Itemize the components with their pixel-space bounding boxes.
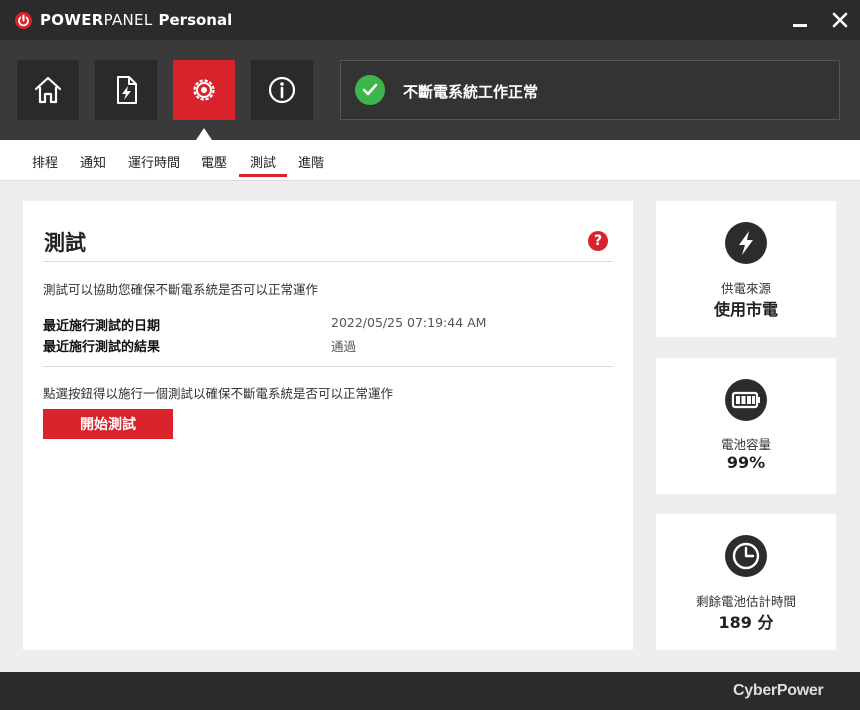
last-test-result-value: 通過: [331, 339, 357, 354]
active-nav-pointer: [196, 128, 212, 140]
clock-icon: [725, 535, 767, 577]
battery-capacity-card: 電池容量 99%: [656, 358, 836, 494]
nav-power-status-button[interactable]: [95, 60, 157, 120]
power-source-card: 供電來源 使用市電: [656, 201, 836, 337]
nav-info-button[interactable]: [251, 60, 313, 120]
battery-capacity-label: 電池容量: [720, 437, 771, 452]
battery-icon: [725, 379, 767, 421]
active-tab-indicator: [239, 174, 287, 177]
ups-status-text: 不斷電系統工作正常: [403, 83, 539, 101]
power-source-label: 供電來源: [720, 281, 771, 296]
brand-logo: CyberPower: [733, 682, 824, 699]
minimize-icon[interactable]: [790, 10, 810, 30]
last-test-date-value: 2022/05/25 07:19:44 AM: [331, 315, 487, 330]
check-icon: [355, 75, 385, 105]
tab-schedule[interactable]: 排程: [32, 152, 58, 171]
remaining-runtime-value: 189 分: [718, 613, 774, 632]
nav-settings-button[interactable]: [173, 60, 235, 120]
title-bar: POWERPANEL Personal: [0, 0, 860, 40]
remaining-runtime-label: 剩餘電池估計時間: [695, 594, 796, 609]
tab-notification[interactable]: 通知: [80, 152, 106, 171]
lightning-icon: [725, 222, 767, 264]
test-panel: 測試 ? 測試可以協助您確保不斷電系統是否可以正常運作 最近施行測試的日期 20…: [23, 201, 633, 650]
main-toolbar: 不斷電系統工作正常: [0, 40, 860, 140]
battery-capacity-value: 99%: [726, 453, 766, 472]
tab-voltage[interactable]: 電壓: [201, 152, 227, 171]
settings-subtabs: 排程 通知 運行時間 電壓 測試 進階: [0, 140, 860, 181]
footer: CyberPower: [0, 672, 860, 710]
last-test-date-label: 最近施行測試的日期: [43, 319, 161, 334]
title-divider: [43, 261, 613, 262]
app-logo-icon: [15, 12, 32, 29]
start-test-button[interactable]: 開始測試: [43, 409, 173, 439]
last-test-result-label: 最近施行測試的結果: [43, 340, 161, 355]
tab-advanced[interactable]: 進階: [298, 152, 324, 171]
app-title: POWERPANEL Personal: [40, 11, 233, 29]
nav-home-button[interactable]: [17, 60, 79, 120]
power-source-value: 使用市電: [713, 300, 778, 319]
page-title: 測試: [44, 231, 86, 255]
ups-status-box: 不斷電系統工作正常: [340, 60, 840, 120]
test-description: 測試可以協助您確保不斷電系統是否可以正常運作: [43, 282, 319, 297]
test-prompt: 點選按鈕得以施行一個測試以確保不斷電系統是否可以正常運作: [43, 386, 394, 401]
close-icon[interactable]: [830, 10, 850, 30]
section-divider: [43, 366, 613, 367]
tab-runtime[interactable]: 運行時間: [128, 152, 180, 171]
tab-test[interactable]: 測試: [250, 152, 276, 171]
help-icon[interactable]: ?: [588, 231, 608, 251]
remaining-runtime-card: 剩餘電池估計時間 189 分: [656, 514, 836, 650]
